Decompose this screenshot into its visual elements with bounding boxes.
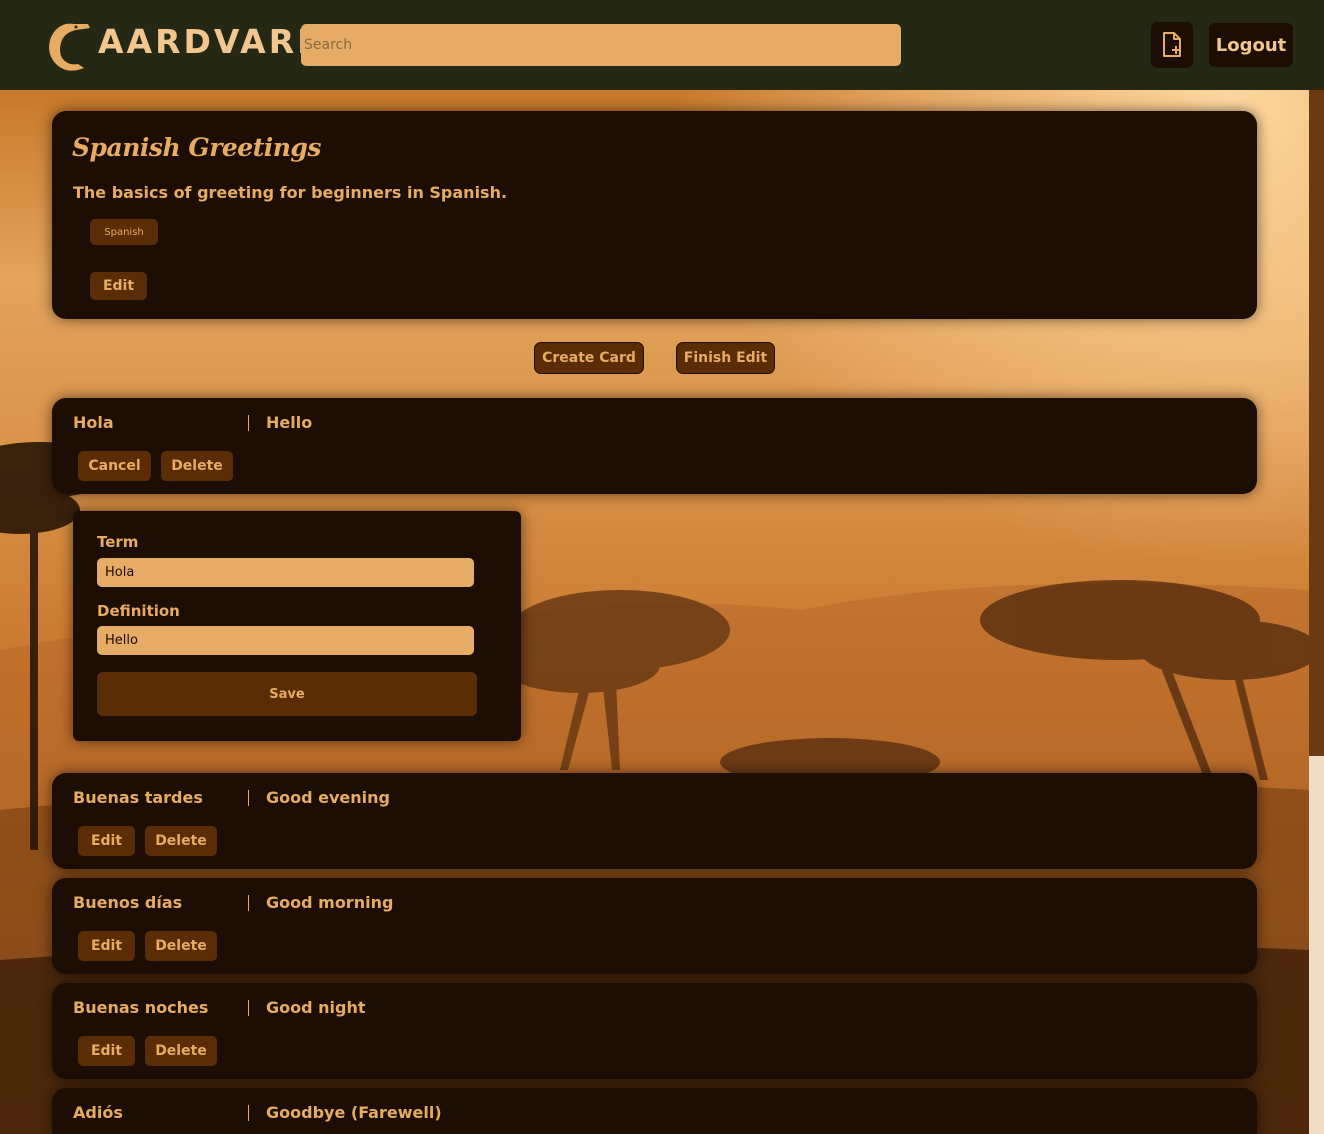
top-header: AARDVARK Logout [0,0,1324,90]
deck-tag[interactable]: Spanish [90,219,158,245]
card-term: Buenos días [73,893,183,912]
card-term: Adiós [73,1103,123,1122]
delete-button[interactable]: Delete [161,451,233,481]
definition-label: Definition [97,602,180,620]
deck-description: The basics of greeting for beginners in … [73,183,508,202]
delete-card-button[interactable]: Delete [145,931,217,961]
aardvark-logo-icon [49,23,90,71]
deck-title: Spanish Greetings [72,133,321,162]
delete-card-button[interactable]: Delete [145,826,217,856]
term-definition-divider [248,895,249,911]
save-button[interactable]: Save [97,672,477,716]
logout-button[interactable]: Logout [1209,23,1293,67]
term-definition-divider [248,1105,249,1121]
finish-edit-button[interactable]: Finish Edit [676,342,775,374]
file-plus-icon [1163,32,1181,57]
card-definition: Good evening [266,788,390,807]
card-term: Hola [73,413,114,432]
card-definition: Goodbye (Farewell) [266,1103,442,1122]
card-row: Buenos días Good morning Edit Delete [52,878,1257,974]
card-term: Buenas tardes [73,788,203,807]
deck-info-panel: Spanish Greetings The basics of greeting… [52,111,1257,319]
card-row: Buenas noches Good night Edit Delete [52,983,1257,1079]
card-definition: Good night [266,998,366,1017]
card-definition: Hello [266,413,313,432]
cancel-button[interactable]: Cancel [78,451,151,481]
edit-card-button[interactable]: Edit [78,826,135,856]
term-definition-divider [248,415,249,431]
edit-deck-button[interactable]: Edit [90,272,147,300]
term-label: Term [97,533,139,551]
card-definition: Good morning [266,893,394,912]
create-card-button[interactable]: Create Card [534,342,644,374]
card-term: Buenas noches [73,998,209,1017]
term-input[interactable] [97,558,474,587]
brand-name[interactable]: AARDVARK [98,22,326,61]
term-definition-divider [248,790,249,806]
card-row: Adiós Goodbye (Farewell) [52,1088,1257,1134]
search-input[interactable] [301,24,901,66]
new-deck-button[interactable] [1151,22,1193,68]
edit-card-button[interactable]: Edit [78,931,135,961]
scrollbar-thumb[interactable] [1309,90,1324,756]
edit-card-button[interactable]: Edit [78,1036,135,1066]
term-definition-divider [248,1000,249,1016]
card-row: Buenas tardes Good evening Edit Delete [52,773,1257,869]
definition-input[interactable] [97,626,474,655]
delete-card-button[interactable]: Delete [145,1036,217,1066]
card-row: Hola Hello Cancel Delete [52,398,1257,494]
card-edit-form: Term Definition Save [73,511,521,741]
